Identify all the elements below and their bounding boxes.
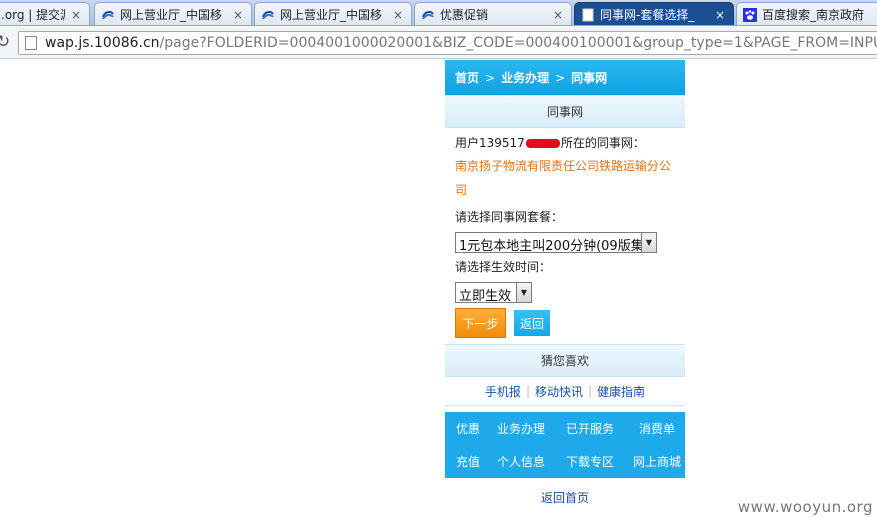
reload-icon[interactable]: ↻: [0, 33, 14, 51]
url-path: /page?FOLDERID=0004001000020001&BIZ_CODE…: [159, 35, 877, 51]
back-button[interactable]: 返回: [514, 310, 550, 336]
tab-wooyun-submit[interactable]: .org | 提交漏 ×: [0, 2, 90, 25]
package-select-value: 1元包本地主叫200分钟(09版集: [459, 239, 641, 252]
link-divider: |: [588, 384, 593, 398]
nav-active-services[interactable]: 已开服务: [555, 412, 625, 445]
tab-close-icon[interactable]: ×: [713, 8, 727, 22]
recommend-title: 猜您喜欢: [445, 344, 685, 377]
url-text[interactable]: wap.js.10086.cn/page?FOLDERID=0004001000…: [45, 35, 877, 51]
link-divider: |: [525, 384, 530, 398]
company-name: 南京扬子物流有限责任公司铁路运输分公司: [455, 159, 672, 197]
package-label: 请选择同事网套餐：: [455, 210, 564, 224]
url-host: wap.js.10086.cn: [45, 35, 160, 51]
nav-downloads[interactable]: 下载专区: [555, 445, 625, 478]
action-buttons: 下一步 返回: [455, 308, 675, 338]
tab-online-hall-1[interactable]: 网上营业厅_中国移 ×: [94, 2, 252, 25]
back-home-link[interactable]: 返回首页: [445, 478, 685, 516]
tab-promotions[interactable]: 优惠促销 ×: [414, 2, 572, 25]
time-label: 请选择生效时间：: [455, 260, 552, 274]
address-bar[interactable]: wap.js.10086.cn/page?FOLDERID=0004001000…: [18, 31, 877, 55]
nav-recharge[interactable]: 充值: [449, 445, 487, 478]
package-select[interactable]: 1元包本地主叫200分钟(09版集 ▼: [455, 232, 657, 253]
nav-grid: 优惠 业务办理 已开服务 消费单 充值 个人信息 下载专区 网上商城: [445, 412, 685, 478]
tab-title: 优惠促销: [440, 8, 489, 22]
breadcrumb-separator: >: [555, 70, 566, 85]
page-icon: [581, 8, 595, 22]
nav-bill[interactable]: 消费单: [625, 412, 689, 445]
nav-business[interactable]: 业务办理: [487, 412, 555, 445]
tab-title: 网上营业厅_中国移: [280, 8, 383, 22]
page-icon: [25, 36, 37, 50]
tab-close-icon[interactable]: ×: [231, 8, 245, 22]
next-step-button[interactable]: 下一步: [455, 308, 506, 338]
baidu-paw-icon: [743, 7, 757, 22]
tab-baidu-search[interactable]: 百度搜索_南京政府: [736, 2, 877, 25]
redaction-mark: [525, 139, 560, 148]
breadcrumb: 首页 > 业务办理 > 同事网: [445, 60, 685, 95]
chevron-down-icon[interactable]: ▼: [641, 233, 656, 252]
recommend-links: 手机报 | 移动快讯 | 健康指南: [445, 377, 685, 406]
user-prefix: 用户139517: [455, 136, 525, 150]
link-mobile-news[interactable]: 手机报: [485, 383, 521, 400]
globe-icon: [261, 8, 275, 22]
breadcrumb-current: 同事网: [571, 71, 608, 85]
tab-close-icon[interactable]: ×: [391, 8, 405, 22]
effective-time-value: 立即生效: [459, 289, 512, 302]
form-body: 用户139517 所在的同事网： 南京扬子物流有限责任公司铁路运输分公司 请选择同…: [445, 128, 685, 338]
tab-close-icon[interactable]: ×: [69, 8, 83, 22]
nav-discounts[interactable]: 优惠: [449, 412, 487, 445]
effective-time-select[interactable]: 立即生效 ▼: [455, 282, 532, 303]
tab-close-icon[interactable]: ×: [551, 8, 565, 22]
tab-title: 同事网-套餐选择_: [600, 8, 695, 22]
breadcrumb-business-link[interactable]: 业务办理: [501, 69, 549, 86]
tab-colleague-net-active[interactable]: 同事网-套餐选择_ ×: [574, 2, 734, 25]
watermark: www.wooyun.org: [737, 498, 873, 516]
globe-icon: [421, 8, 435, 22]
tab-title: .org | 提交漏: [1, 8, 65, 22]
breadcrumb-separator: >: [485, 70, 496, 85]
browser-toolbar: ↻ wap.js.10086.cn/page?FOLDERID=00040010…: [0, 27, 877, 59]
globe-icon: [101, 8, 115, 22]
tab-title: 网上营业厅_中国移: [120, 8, 223, 22]
section-title: 同事网: [445, 95, 685, 128]
user-info-line: 用户139517 所在的同事网：: [455, 132, 675, 154]
link-mobile-flash[interactable]: 移动快讯: [535, 383, 583, 400]
tab-online-hall-2[interactable]: 网上营业厅_中国移 ×: [254, 2, 412, 25]
browser-tab-strip: .org | 提交漏 × 网上营业厅_中国移 × 网上营业厅_中国移 × 优惠促…: [0, 0, 877, 26]
nav-personal-info[interactable]: 个人信息: [487, 445, 555, 478]
user-suffix: 所在的同事网：: [560, 136, 645, 150]
mobile-page: 首页 > 业务办理 > 同事网 同事网 用户139517 所在的同事网： 南京扬子…: [445, 60, 685, 516]
link-health-guide[interactable]: 健康指南: [597, 383, 645, 400]
tab-title: 百度搜索_南京政府: [762, 8, 865, 22]
chevron-down-icon[interactable]: ▼: [516, 283, 531, 302]
breadcrumb-home-link[interactable]: 首页: [455, 69, 479, 86]
nav-online-mall[interactable]: 网上商城: [625, 445, 689, 478]
